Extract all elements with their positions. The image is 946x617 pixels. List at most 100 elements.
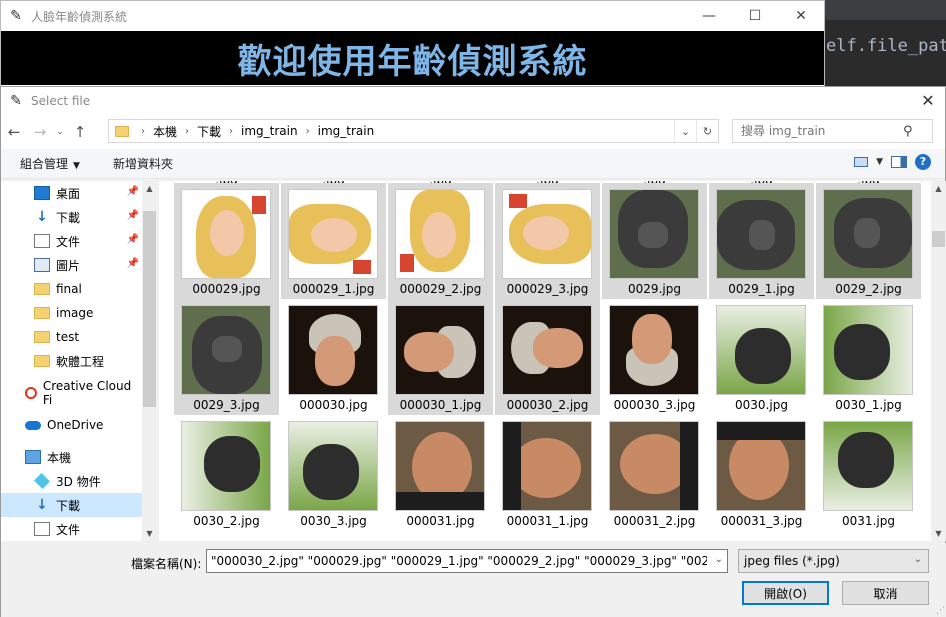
- folder-icon: [115, 125, 129, 137]
- pictures-icon: [34, 258, 50, 272]
- nav-item-label: 軟體工程: [56, 354, 105, 369]
- file-view: .jpg.jpg.jpg.jpg.jpg.jpg.jpg000029.jpg00…: [159, 181, 931, 541]
- file-tile[interactable]: 000029.jpg: [174, 183, 279, 299]
- file-tile[interactable]: 000030_1.jpg: [388, 299, 493, 415]
- nav-item-creative-cloud[interactable]: Creative Cloud Fi: [1, 379, 142, 407]
- chevron-down-icon: ⌄: [913, 554, 922, 565]
- dialog-footer: 檔案名稱(N): ⌄ jpeg files (*.jpg) ⌄ 開啟(O) 取消…: [1, 543, 946, 617]
- file-name: 000031.jpg: [406, 514, 475, 528]
- pin-icon: 📌: [126, 234, 139, 245]
- change-view-icon[interactable]: [854, 157, 869, 167]
- view-options-caret-icon[interactable]: ▼: [876, 157, 883, 167]
- navigation-bar: ← → ⌄ ↑ › 本機 › 下載 › img_train › img_trai…: [1, 115, 945, 149]
- recent-locations-button[interactable]: ⌄: [53, 127, 67, 137]
- breadcrumb-item[interactable]: img_train: [318, 124, 375, 138]
- close-button[interactable]: ✕: [778, 1, 824, 31]
- breadcrumb-separator[interactable]: ›: [185, 126, 189, 137]
- window-controls: — ☐ ✕: [686, 1, 824, 31]
- organize-button[interactable]: 組合管理 ▼: [20, 155, 80, 172]
- filename-dropdown-icon[interactable]: ⌄: [715, 554, 723, 565]
- file-tile[interactable]: 0031.jpg: [816, 415, 921, 531]
- scroll-down-icon[interactable]: ▼: [931, 526, 946, 541]
- nav-item-desktop[interactable]: 桌面 📌: [1, 181, 142, 205]
- file-tile[interactable]: 000029_3.jpg: [495, 183, 600, 299]
- nav-item-documents-pc[interactable]: 文件: [1, 517, 142, 541]
- breadcrumb-item[interactable]: img_train: [241, 124, 298, 138]
- folder-icon: [34, 355, 50, 367]
- nav-item-final[interactable]: final: [1, 277, 142, 301]
- filename-input[interactable]: [207, 554, 707, 568]
- file-tile[interactable]: 000030.jpg: [281, 299, 386, 415]
- backdrop-logo: [509, 194, 527, 208]
- maximize-button[interactable]: ☐: [732, 1, 778, 31]
- help-icon[interactable]: ?: [915, 154, 931, 170]
- nav-item-test[interactable]: test: [1, 325, 142, 349]
- file-tile[interactable]: 000030_2.jpg: [495, 299, 600, 415]
- nav-item-pictures[interactable]: 圖片 📌: [1, 253, 142, 277]
- app-window: ✎ 人臉年齡偵測系統 — ☐ ✕ 歡迎使用年齡偵測系統: [0, 0, 825, 90]
- 3d-objects-icon: [34, 473, 50, 489]
- file-thumbnail: [823, 189, 913, 279]
- breadcrumb-item[interactable]: 下載: [197, 123, 221, 140]
- nav-item-documents[interactable]: 文件 📌: [1, 229, 142, 253]
- scrollbar-thumb[interactable]: [932, 231, 945, 247]
- forward-button[interactable]: →: [27, 119, 53, 145]
- file-tile[interactable]: 0030.jpg: [709, 299, 814, 415]
- file-tile[interactable]: 000030_3.jpg: [602, 299, 707, 415]
- nav-item-onedrive[interactable]: OneDrive: [1, 413, 142, 437]
- folder-icon: [34, 331, 50, 343]
- preview-pane-icon[interactable]: [891, 156, 907, 168]
- nav-item-label: OneDrive: [47, 418, 104, 432]
- minimize-button[interactable]: —: [686, 1, 732, 31]
- nav-item-label: 3D 物件: [56, 474, 101, 489]
- scroll-up-icon[interactable]: ▲: [931, 181, 946, 196]
- breadcrumb-item[interactable]: 本機: [153, 123, 177, 140]
- file-tile[interactable]: 0030_3.jpg: [281, 415, 386, 531]
- nav-item-image[interactable]: image: [1, 301, 142, 325]
- resize-grip-icon[interactable]: ⋰: [936, 606, 945, 616]
- nav-item-downloads[interactable]: ↓ 下載 📌: [1, 205, 142, 229]
- file-view-scrollbar[interactable]: ▲ ▼: [931, 181, 946, 541]
- desktop-icon: [34, 186, 50, 200]
- back-button[interactable]: ←: [1, 119, 27, 145]
- nav-pane-scrollbar[interactable]: ▲ ▼: [142, 181, 157, 541]
- scroll-up-icon[interactable]: ▲: [142, 181, 157, 196]
- nav-item-label: 文件: [56, 234, 81, 249]
- file-tile[interactable]: 0029_3.jpg: [174, 299, 279, 415]
- address-bar[interactable]: › 本機 › 下載 › img_train › img_train ⌄ ↻: [108, 119, 719, 143]
- file-tile[interactable]: 0029.jpg: [602, 183, 707, 299]
- open-button[interactable]: 開啟(O): [742, 581, 829, 605]
- file-tile[interactable]: 000031_1.jpg: [495, 415, 600, 531]
- nav-item-downloads-pc[interactable]: ↓ 下載: [1, 493, 142, 517]
- up-button[interactable]: ↑: [67, 119, 93, 145]
- file-tile[interactable]: 000031_2.jpg: [602, 415, 707, 531]
- file-thumbnail: [716, 189, 806, 279]
- file-tile[interactable]: 000029_1.jpg: [281, 183, 386, 299]
- breadcrumb-separator[interactable]: ›: [229, 126, 233, 137]
- cancel-button[interactable]: 取消: [842, 581, 929, 605]
- file-tile[interactable]: 000031_3.jpg: [709, 415, 814, 531]
- file-thumbnail: [823, 421, 913, 511]
- file-tile[interactable]: 0030_1.jpg: [816, 299, 921, 415]
- file-tile[interactable]: 0029_2.jpg: [816, 183, 921, 299]
- file-tile[interactable]: 0029_1.jpg: [709, 183, 814, 299]
- new-folder-button[interactable]: 新增資料夾: [113, 155, 173, 172]
- address-dropdown-button[interactable]: ⌄: [674, 120, 696, 142]
- file-name: 0029_3.jpg: [193, 398, 260, 412]
- search-input[interactable]: [733, 124, 903, 138]
- filetype-select[interactable]: jpeg files (*.jpg) ⌄: [738, 549, 929, 573]
- scrollbar-thumb[interactable]: [143, 211, 156, 407]
- file-name: 000030_2.jpg: [506, 398, 589, 412]
- nav-item-3d-objects[interactable]: 3D 物件: [1, 469, 142, 493]
- nav-item-software-engineering[interactable]: 軟體工程: [1, 349, 142, 373]
- breadcrumb-separator[interactable]: ›: [306, 126, 310, 137]
- thumbnail-image: [289, 422, 377, 510]
- refresh-button[interactable]: ↻: [696, 120, 718, 142]
- scroll-down-icon[interactable]: ▼: [142, 526, 157, 541]
- file-name: 000030_3.jpg: [613, 398, 696, 412]
- file-tile[interactable]: 000031.jpg: [388, 415, 493, 531]
- file-tile[interactable]: 000029_2.jpg: [388, 183, 493, 299]
- nav-item-this-pc[interactable]: 本機: [1, 445, 142, 469]
- file-tile[interactable]: 0030_2.jpg: [174, 415, 279, 531]
- dialog-close-button[interactable]: ✕: [917, 90, 939, 112]
